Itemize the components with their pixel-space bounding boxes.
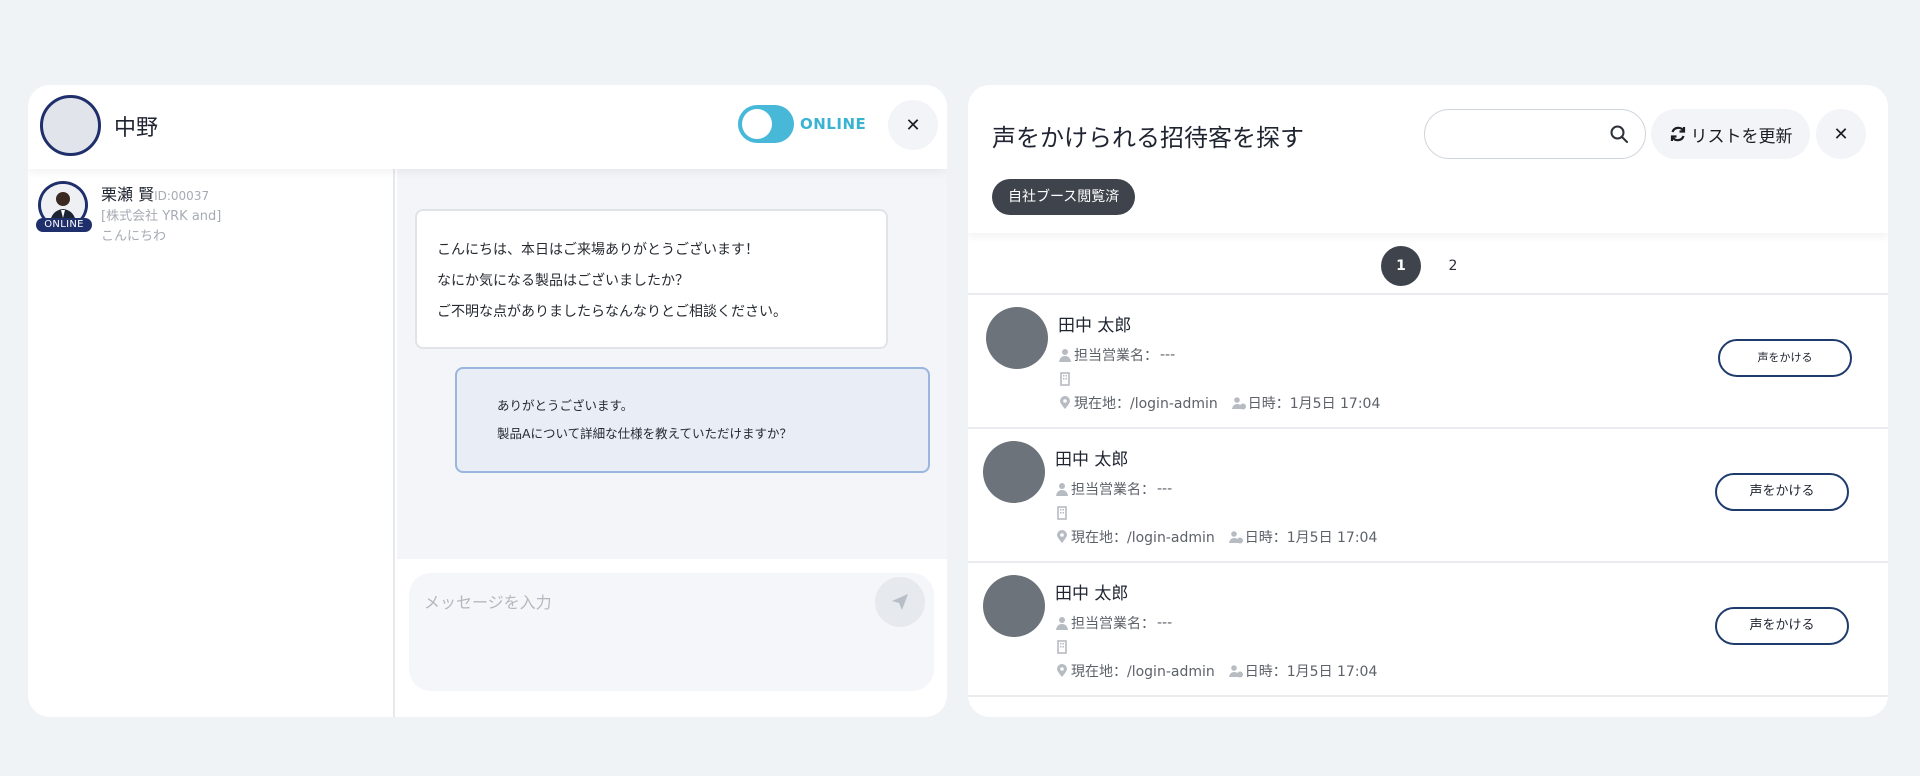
toggle-knob — [742, 109, 772, 139]
sales-value: --- — [1157, 481, 1173, 497]
sales-value: --- — [1157, 615, 1173, 631]
building-icon — [1057, 640, 1067, 654]
message-line: なにか気になる製品はございましたか？ — [437, 273, 689, 289]
contact-last-message: こんにちわ — [101, 229, 167, 244]
guest-company-line — [1058, 372, 1072, 386]
incoming-message: こんにちは、本日はご来場ありがとうございます！ なにか気になる製品はございました… — [415, 209, 888, 349]
contact-online-badge: ONLINE — [36, 218, 92, 232]
guest-datetime: 日時：1月5日 17:04 — [1247, 396, 1381, 412]
person-clock-icon — [1228, 531, 1243, 544]
contact-id: ID:00037 — [154, 189, 210, 203]
guest-meta-line: 現在地：/login-admin 日時：1月5日 17:04 — [1058, 393, 1380, 413]
guest-row: 田中 太郎 担当営業名： --- 現在地：/login-admin 日時：1月5… — [968, 429, 1888, 563]
guest-location: 現在地：/login-admin — [1074, 396, 1218, 412]
guest-row: 田中 太郎 担当営業名： --- 現在地：/login-admin 日時：1月5… — [968, 295, 1888, 429]
contact-name: 栗瀬 賢 — [101, 185, 155, 204]
pagination: 1 2 — [968, 233, 1888, 295]
location-pin-icon — [1057, 530, 1067, 543]
close-icon: ✕ — [905, 114, 921, 136]
refresh-icon — [1670, 126, 1685, 142]
message-line: ご不明な点がありましたらなんなりとご相談ください。 — [437, 304, 787, 320]
contact-company: [株式会社 YRK and] — [101, 209, 222, 224]
guest-datetime: 日時：1月5日 17:04 — [1244, 664, 1378, 680]
person-icon — [1059, 349, 1071, 362]
person-icon — [1056, 483, 1068, 496]
person-clock-icon — [1228, 665, 1243, 678]
refresh-label: リストを更新 — [1690, 126, 1793, 147]
guest-avatar — [983, 575, 1045, 637]
search-field[interactable] — [1424, 109, 1646, 159]
message-line: ありがとうございます。 — [497, 398, 634, 413]
page-button-1[interactable]: 1 — [1381, 246, 1421, 286]
guest-name: 田中 太郎 — [1055, 584, 1129, 604]
guest-avatar — [983, 441, 1045, 503]
guest-meta-line: 現在地：/login-admin 日時：1月5日 17:04 — [1055, 661, 1377, 681]
contact-name-line: 栗瀬 賢ID:00037 — [101, 181, 209, 205]
close-icon: ✕ — [1833, 123, 1849, 145]
building-icon — [1060, 372, 1070, 386]
message-input[interactable] — [424, 589, 844, 615]
composer — [397, 559, 947, 717]
guest-datetime: 日時：1月5日 17:04 — [1244, 530, 1378, 546]
person-clock-icon — [1231, 397, 1246, 410]
outgoing-message: ありがとうございます。 製品Aについて詳細な仕様を教えていただけますか？ — [455, 367, 930, 473]
message-line: 製品Aについて詳細な仕様を教えていただけますか？ — [497, 426, 793, 441]
search-header: 声をかけられる招待客を探す リストを更新 ✕ 自社ブース閲覧済 — [968, 85, 1888, 233]
guest-sales-line: 担当営業名： --- — [1055, 479, 1172, 499]
online-status-label: ONLINE — [800, 115, 867, 133]
online-toggle[interactable] — [738, 105, 794, 143]
contact-item[interactable]: ONLINE 栗瀬 賢ID:00037 [株式会社 YRK and] こんにちわ — [36, 181, 378, 251]
guest-sales-line: 担当営業名： --- — [1058, 345, 1175, 365]
host-avatar — [40, 95, 101, 156]
page-button-2[interactable]: 2 — [1433, 246, 1473, 286]
guest-location: 現在地：/login-admin — [1071, 530, 1215, 546]
guest-avatar — [986, 307, 1048, 369]
composer-box — [409, 573, 934, 691]
send-button[interactable] — [875, 577, 925, 627]
guest-location: 現在地：/login-admin — [1071, 664, 1215, 680]
call-out-button[interactable]: 声をかける — [1718, 339, 1852, 377]
guest-sales-line: 担当営業名： --- — [1055, 613, 1172, 633]
search-close-button[interactable]: ✕ — [1816, 109, 1866, 159]
chat-close-button[interactable]: ✕ — [888, 100, 938, 150]
host-name: 中野 — [114, 116, 159, 141]
guest-meta-line: 現在地：/login-admin 日時：1月5日 17:04 — [1055, 527, 1377, 547]
guest-row: 田中 太郎 担当営業名： --- 現在地：/login-admin 日時：1月5… — [968, 563, 1888, 697]
refresh-list-button[interactable]: リストを更新 — [1651, 109, 1810, 159]
message-line: こんにちは、本日はご来場ありがとうございます！ — [437, 242, 759, 258]
sales-label: 担当営業名： — [1074, 348, 1158, 364]
search-input[interactable] — [1443, 122, 1603, 146]
filter-chip[interactable]: 自社ブース閲覧済 — [992, 179, 1136, 215]
sales-value: --- — [1160, 347, 1176, 363]
search-icon[interactable] — [1609, 124, 1629, 144]
chat-panel: 中野 ONLINE ✕ ONLINE 栗瀬 賢ID:00037 [株式会社 YR… — [28, 85, 947, 717]
contact-list: ONLINE 栗瀬 賢ID:00037 [株式会社 YRK and] こんにちわ — [28, 169, 395, 717]
message-area: こんにちは、本日はご来場ありがとうございます！ なにか気になる製品はございました… — [397, 169, 947, 559]
guest-name: 田中 太郎 — [1055, 450, 1129, 470]
guest-company-line — [1055, 506, 1069, 520]
call-out-button[interactable]: 声をかける — [1715, 473, 1849, 511]
call-out-button[interactable]: 声をかける — [1715, 607, 1849, 645]
send-icon — [892, 594, 908, 610]
guest-company-line — [1055, 640, 1069, 654]
location-pin-icon — [1060, 396, 1070, 409]
sales-label: 担当営業名： — [1071, 616, 1155, 632]
guest-name: 田中 太郎 — [1058, 316, 1132, 336]
person-icon — [1056, 617, 1068, 630]
building-icon — [1057, 506, 1067, 520]
guest-search-panel: 声をかけられる招待客を探す リストを更新 ✕ 自社ブース閲覧済 1 2 田中 太… — [968, 85, 1888, 717]
page-title: 声をかけられる招待客を探す — [992, 124, 1304, 152]
chat-header: 中野 ONLINE ✕ — [28, 85, 947, 169]
location-pin-icon — [1057, 664, 1067, 677]
sales-label: 担当営業名： — [1071, 482, 1155, 498]
